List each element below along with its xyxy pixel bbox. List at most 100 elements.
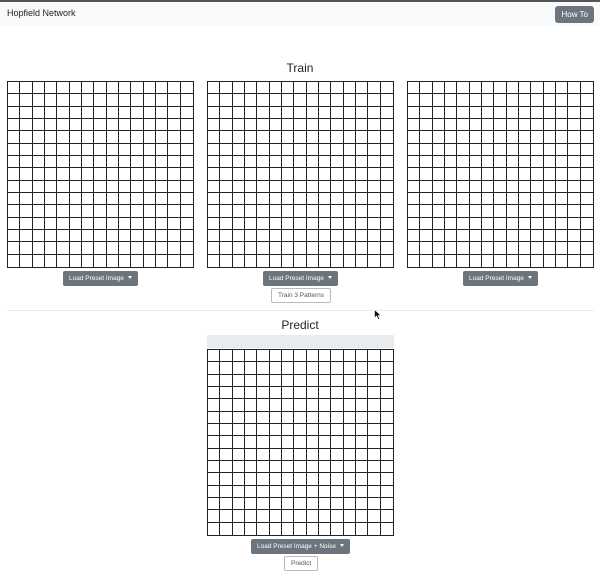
grid-cell[interactable] (380, 498, 393, 511)
grid-cell[interactable] (318, 473, 332, 486)
grid-cell[interactable] (543, 155, 556, 169)
grid-cell[interactable] (294, 362, 307, 375)
grid-cell[interactable] (94, 205, 107, 218)
grid-cell[interactable] (531, 168, 544, 181)
grid-cell[interactable] (94, 229, 107, 243)
grid-cell[interactable] (81, 180, 95, 193)
grid-cell[interactable] (143, 94, 156, 107)
grid-cell[interactable] (368, 411, 381, 424)
grid-cell[interactable] (494, 168, 507, 181)
grid-cell[interactable] (380, 94, 393, 107)
grid-cell[interactable] (208, 242, 221, 255)
grid-cell[interactable] (580, 156, 593, 169)
grid-cell[interactable] (118, 155, 132, 169)
grid-cell[interactable] (481, 155, 495, 169)
grid-cell[interactable] (232, 118, 245, 132)
grid-cell[interactable] (281, 217, 295, 230)
grid-cell[interactable] (232, 423, 245, 437)
grid-cell[interactable] (331, 522, 344, 535)
grid-cell[interactable] (244, 229, 258, 243)
grid-cell[interactable] (294, 155, 307, 169)
grid-cell[interactable] (257, 205, 270, 218)
grid-cell[interactable] (318, 460, 332, 474)
grid-cell[interactable] (118, 131, 132, 144)
grid-cell[interactable] (294, 460, 307, 474)
grid-cell[interactable] (208, 143, 221, 156)
grid-cell[interactable] (20, 143, 33, 156)
grid-cell[interactable] (257, 362, 270, 375)
grid-cell[interactable] (257, 411, 270, 424)
grid-cell[interactable] (318, 106, 332, 119)
grid-cell[interactable] (368, 205, 381, 218)
grid-cell[interactable] (44, 106, 58, 119)
grid-cell[interactable] (481, 217, 495, 230)
grid-cell[interactable] (208, 155, 221, 169)
grid-cell[interactable] (568, 217, 581, 230)
grid-cell[interactable] (281, 362, 295, 375)
grid-cell[interactable] (294, 386, 307, 400)
grid-cell[interactable] (81, 192, 95, 206)
grid-cell[interactable] (368, 436, 381, 449)
grid-cell[interactable] (294, 485, 307, 498)
grid-cell[interactable] (257, 155, 270, 169)
grid-cell[interactable] (180, 107, 193, 119)
grid-cell[interactable] (143, 192, 156, 206)
grid-cell[interactable] (568, 180, 581, 193)
grid-cell[interactable] (32, 131, 45, 144)
grid-cell[interactable] (180, 156, 193, 169)
grid-cell[interactable] (220, 362, 233, 375)
grid-cell[interactable] (355, 180, 369, 193)
grid-cell[interactable] (581, 255, 593, 267)
grid-cell[interactable] (380, 82, 393, 95)
grid-cell[interactable] (494, 180, 507, 193)
grid-cell[interactable] (457, 168, 470, 181)
grid-cell[interactable] (506, 143, 519, 156)
grid-cell[interactable] (168, 155, 181, 169)
grid-cell[interactable] (269, 131, 282, 144)
grid-cell[interactable] (555, 82, 569, 95)
grid-cell[interactable] (318, 386, 332, 400)
grid-cell[interactable] (57, 254, 70, 267)
grid-cell[interactable] (257, 217, 270, 230)
grid-cell[interactable] (269, 436, 282, 449)
grid-cell[interactable] (257, 143, 270, 156)
grid-cell[interactable] (44, 168, 58, 181)
grid-cell[interactable] (233, 254, 245, 267)
grid-cell[interactable] (269, 180, 282, 193)
grid-cell[interactable] (244, 180, 258, 193)
grid-cell[interactable] (319, 254, 332, 267)
grid-cell[interactable] (368, 386, 381, 400)
grid-cell[interactable] (143, 168, 156, 181)
grid-cell[interactable] (82, 254, 95, 267)
grid-cell[interactable] (432, 131, 445, 144)
grid-cell[interactable] (32, 180, 45, 193)
grid-cell[interactable] (555, 118, 569, 132)
grid-cell[interactable] (8, 205, 21, 218)
grid-cell[interactable] (143, 205, 156, 218)
grid-cell[interactable] (306, 143, 319, 156)
grid-cell[interactable] (131, 143, 144, 156)
grid-cell[interactable] (494, 143, 507, 156)
grid-cell[interactable] (106, 217, 119, 230)
grid-cell[interactable] (155, 143, 169, 156)
grid-cell[interactable] (506, 106, 519, 119)
grid-cell[interactable] (518, 155, 532, 169)
grid-cell[interactable] (318, 242, 332, 255)
grid-cell[interactable] (432, 82, 445, 95)
grid-cell[interactable] (580, 82, 593, 95)
grid-cell[interactable] (331, 485, 344, 498)
grid-cell[interactable] (69, 229, 82, 243)
grid-cell[interactable] (444, 94, 458, 107)
grid-cell[interactable] (408, 94, 421, 107)
grid-cell[interactable] (32, 118, 45, 132)
grid-cell[interactable] (20, 118, 33, 132)
grid-cell[interactable] (380, 181, 393, 193)
grid-cell[interactable] (457, 106, 470, 119)
grid-cell[interactable] (331, 131, 344, 144)
grid-cell[interactable] (270, 522, 282, 535)
grid-cell[interactable] (506, 118, 519, 132)
grid-cell[interactable] (294, 448, 307, 461)
grid-cell[interactable] (269, 205, 282, 218)
grid-cell[interactable] (269, 485, 282, 498)
grid-cell[interactable] (543, 229, 556, 243)
